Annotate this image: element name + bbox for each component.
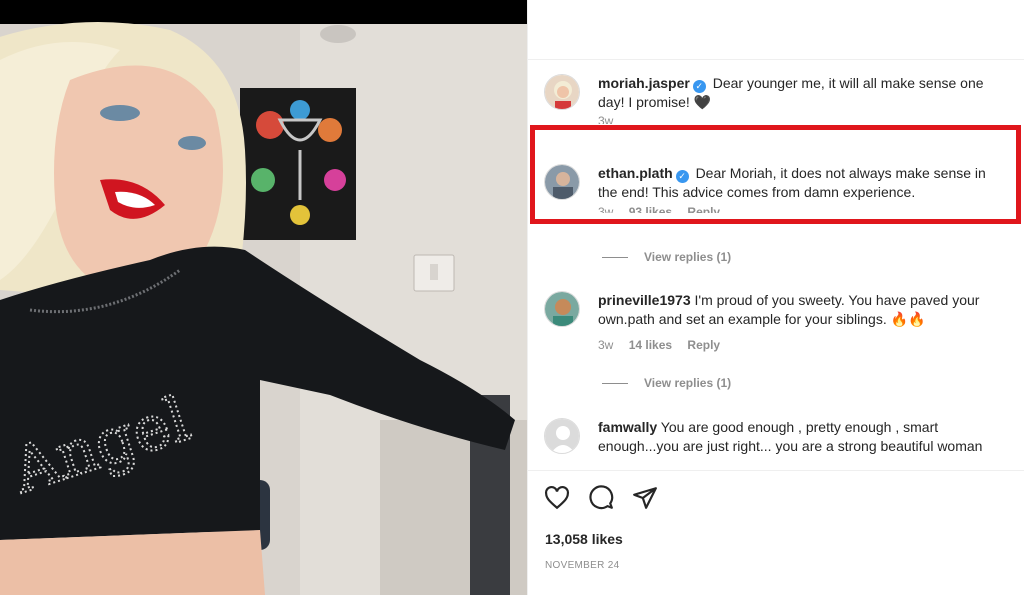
post-header [528,0,1024,60]
reply-button[interactable]: Reply [687,338,720,352]
post-actions: 13,058 likes NOVEMBER 24 [528,470,1024,595]
comment-bubble-icon[interactable] [588,485,614,511]
heart-icon[interactable] [544,485,570,511]
verified-badge-icon: ✓ [692,80,706,93]
likes-count[interactable]: 13,058 likes [545,531,623,547]
comment-username[interactable]: moriah.jasper [598,75,690,91]
comments-panel: moriah.jasper ✓ Dear younger me, it will … [527,0,1024,595]
post-photo: Angel [0,0,527,595]
divider-line [602,256,628,258]
paper-plane-icon[interactable] [632,485,658,511]
avatar[interactable] [544,291,580,327]
wall-painting [240,88,356,240]
view-replies-label: View replies (1) [644,376,732,390]
comment-moriah: moriah.jasper ✓ Dear younger me, it will … [544,74,1008,124]
comment-likes[interactable]: 14 likes [629,338,672,352]
view-replies-button[interactable]: View replies (1) [602,250,731,264]
comment-famwally: famwally You are good enough , pretty en… [544,418,1008,456]
view-replies-button[interactable]: View replies (1) [602,376,731,390]
post-date: NOVEMBER 24 [545,560,620,571]
comment-prineville: prineville1973 I'm proud of you sweety. … [544,291,1008,352]
divider-line [602,382,628,384]
avatar[interactable] [544,74,580,110]
comment-time: 3w [598,338,614,352]
comment-time: 3w [598,114,614,124]
comment-username[interactable]: famwally [598,419,657,435]
red-highlight-box [530,125,1021,224]
view-replies-label: View replies (1) [644,250,732,264]
avatar[interactable] [544,418,580,454]
comment-username[interactable]: prineville1973 [598,292,691,308]
comments-list[interactable]: moriah.jasper ✓ Dear younger me, it will … [528,60,1024,470]
